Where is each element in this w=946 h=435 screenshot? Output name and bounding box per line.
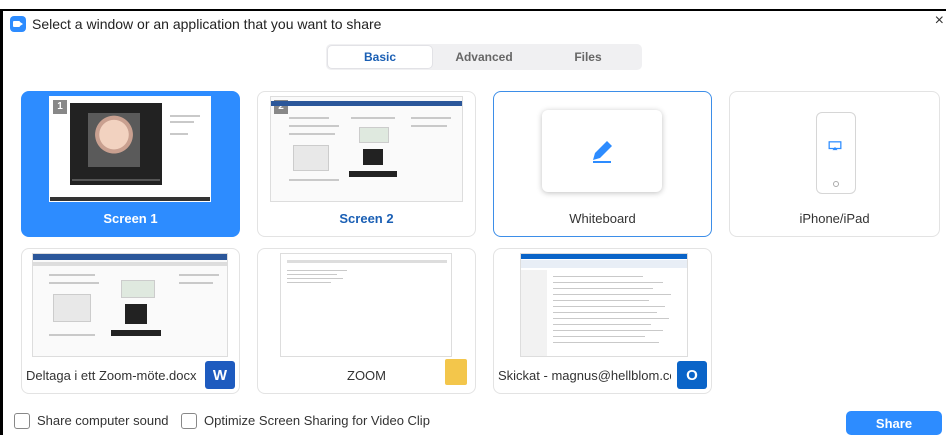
ribbon [521,254,687,259]
window-left-border [0,9,3,435]
thumb-line [289,117,329,119]
pen-icon [593,141,612,163]
thumb-image [121,280,155,298]
share-card-zoom-folder[interactable]: ZOOM [257,248,476,394]
folder-icon [445,359,467,385]
thumb-line [553,318,669,319]
window-top-border [0,9,946,11]
share-card-screen-1[interactable]: 1 Screen 1 [21,91,240,237]
tab-advanced[interactable]: Advanced [432,46,536,68]
thumb-video [125,304,147,324]
share-card-word-document[interactable]: Deltaga i ett Zoom-möte.docx - ... W [21,248,240,394]
thumb-toolbar [349,171,397,177]
phone-outline [816,112,856,194]
thumb-line [553,300,649,301]
dialog-title: Select a window or an application that y… [32,16,382,32]
toolbar [287,260,447,263]
thumb-line [553,336,645,337]
thumb-line [553,288,653,289]
thumb-line [179,282,213,284]
thumb-video [363,149,383,165]
word-thumbnail [32,253,228,357]
thumb-image [359,127,389,143]
thumb-image [293,145,329,171]
share-card-screen-2[interactable]: 2 Screen 2 [257,91,476,237]
thumb-line [287,282,331,283]
share-card-iphone-ipad[interactable]: iPhone/iPad [729,91,940,237]
thumb-line [49,282,99,284]
screen-2-thumbnail: 2 [270,96,463,202]
word-icon: W [205,361,235,389]
thumb-line [170,133,188,135]
share-tabs: Basic Advanced Files [326,44,642,70]
taskbar [50,197,210,201]
toolbar [33,262,227,266]
card-label: ZOOM [347,368,386,383]
tab-basic[interactable]: Basic [328,46,432,68]
tab-files[interactable]: Files [536,46,640,68]
share-card-whiteboard[interactable]: Whiteboard [493,91,712,237]
thumb-line [553,324,651,325]
share-sound-checkbox[interactable] [14,413,30,429]
thumb-image [53,294,91,322]
card-label: Deltaga i ett Zoom-möte.docx - ... [26,368,199,383]
thumb-line [49,274,95,276]
card-label: Screen 2 [339,211,394,226]
card-label: iPhone/iPad [799,211,870,226]
whiteboard-preview [542,110,662,192]
ribbon [33,254,227,260]
share-sound-label[interactable]: Share computer sound [37,413,169,429]
thumb-line [289,125,339,127]
dialog-titlebar: Select a window or an application that y… [10,13,381,35]
thumb-line [411,117,451,119]
share-button[interactable]: Share [846,411,942,435]
optimize-video-label[interactable]: Optimize Screen Sharing for Video Clip [204,413,430,429]
thumb-line [553,276,643,277]
thumb-line [411,125,447,127]
folder-thumbnail [280,253,452,357]
thumb-line [289,133,335,135]
thumb-line [553,294,671,295]
folder-pane [521,270,547,356]
thumb-line [170,115,200,117]
thumb-line [553,306,665,307]
thumb-line [49,334,95,336]
screen-number-badge: 1 [53,100,67,114]
outlook-thumbnail [520,253,688,357]
phone-home-button [833,181,839,187]
optimize-video-checkbox[interactable] [181,413,197,429]
thumb-line [179,274,219,276]
thumb-line [553,342,659,343]
participant-video [88,113,140,167]
thumb-line [553,312,657,313]
video-toolbar [72,179,160,181]
outlook-icon: O [677,361,707,389]
zoom-camera-icon [10,16,26,32]
thumb-line [553,330,663,331]
ribbon [271,101,462,106]
thumb-line [287,278,343,279]
toolbar [521,260,687,268]
thumb-line [287,270,347,271]
share-source-grid: 1 Screen 1 2 Screen 2 Whiteboard iPhone/… [20,90,946,394]
thumb-line [170,121,194,123]
card-label: Whiteboard [569,211,636,226]
share-card-outlook[interactable]: Skickat - magnus@hellblom.com... O [493,248,712,394]
card-label: Screen 1 [103,211,158,226]
thumb-line [351,117,395,119]
airplay-icon [828,141,842,151]
card-label: Skickat - magnus@hellblom.com... [498,368,671,383]
screen-1-thumbnail: 1 [49,96,211,202]
thumb-line [287,274,337,275]
thumb-toolbar [111,330,161,336]
thumb-line [553,282,663,283]
thumb-line [289,179,339,181]
close-icon[interactable]: × [935,12,944,30]
